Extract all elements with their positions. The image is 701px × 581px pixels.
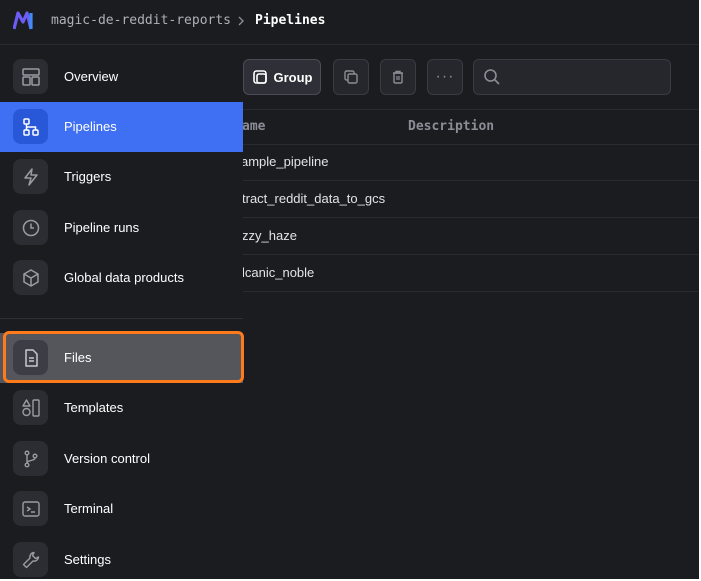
breadcrumb-current: Pipelines <box>255 13 326 28</box>
layout-icon <box>13 59 48 94</box>
sidebar-item-label: Files <box>64 350 92 365</box>
table-header: ame Description <box>242 109 699 145</box>
group-button[interactable]: Group <box>243 59 321 95</box>
sidebar-nav: Overview Pipelines Triggers Pipeline run… <box>0 45 243 579</box>
column-header-name[interactable]: ame <box>242 119 265 134</box>
breadcrumb-project[interactable]: magic-de-reddit-reports <box>51 13 231 28</box>
sidebar-item-triggers[interactable]: Triggers <box>0 152 243 202</box>
trash-icon <box>393 70 403 84</box>
top-bar: magic-de-reddit-reports Pipelines <box>0 0 699 45</box>
file-icon <box>13 340 48 375</box>
pipeline-name[interactable]: ample_pipeline <box>241 154 328 169</box>
sidebar-item-pipeline-runs[interactable]: Pipeline runs <box>0 203 243 253</box>
sidebar-item-label: Pipeline runs <box>64 220 140 235</box>
branch-icon <box>13 441 48 476</box>
table-row[interactable]: ample_pipeline <box>241 144 699 181</box>
ellipsis-icon: ··· <box>435 68 455 85</box>
templates-icon <box>13 390 48 425</box>
sidebar-item-settings[interactable]: Settings <box>0 535 243 579</box>
pipeline-icon <box>13 109 48 144</box>
clock-icon <box>13 210 48 245</box>
more-actions-button[interactable]: ··· <box>427 59 463 95</box>
sidebar-item-global-data-products[interactable]: Global data products <box>0 253 243 303</box>
sidebar-item-label: Triggers <box>64 169 112 184</box>
search-input[interactable] <box>473 59 671 95</box>
sidebar-item-label: Global data products <box>64 270 184 285</box>
sidebar-item-label: Templates <box>64 400 124 415</box>
table-row[interactable]: zzy_haze <box>242 218 699 255</box>
sidebar-item-label: Overview <box>64 69 119 84</box>
search-icon <box>484 69 500 85</box>
sidebar-item-label: Settings <box>64 552 111 567</box>
sidebar-item-templates[interactable]: Templates <box>0 383 243 433</box>
table-row[interactable]: lcanic_noble <box>242 255 699 292</box>
copy-icon <box>344 70 358 84</box>
sidebar-item-pipelines[interactable]: Pipelines <box>0 102 243 152</box>
clone-button[interactable] <box>333 59 369 95</box>
delete-button[interactable] <box>380 59 416 95</box>
sidebar-item-label: Version control <box>64 451 150 466</box>
sidebar-item-overview[interactable]: Overview <box>0 52 243 102</box>
pipeline-name[interactable]: lcanic_noble <box>242 265 314 280</box>
table-row[interactable]: tract_reddit_data_to_gcs <box>242 181 699 218</box>
sidebar-item-label: Pipelines <box>64 119 117 134</box>
terminal-icon <box>13 491 48 526</box>
sidebar-item-label: Terminal <box>64 501 114 516</box>
pipeline-name[interactable]: zzy_haze <box>242 228 297 243</box>
group-icon <box>252 70 267 84</box>
lightning-icon <box>13 159 48 194</box>
sidebar-item-version-control[interactable]: Version control <box>0 434 243 484</box>
app-window: magic-de-reddit-reports Pipelines Group … <box>0 0 699 579</box>
mage-logo-icon[interactable] <box>13 11 37 31</box>
sidebar-item-terminal[interactable]: Terminal <box>0 484 243 534</box>
chevron-right-icon <box>238 16 244 26</box>
sidebar-item-files[interactable]: Files <box>0 333 243 383</box>
cube-icon <box>13 260 48 295</box>
sidebar-divider <box>0 318 243 319</box>
pipeline-name[interactable]: tract_reddit_data_to_gcs <box>242 191 385 206</box>
wrench-icon <box>13 542 48 577</box>
column-header-description[interactable]: Description <box>408 119 494 134</box>
group-button-label: Group <box>273 69 313 85</box>
